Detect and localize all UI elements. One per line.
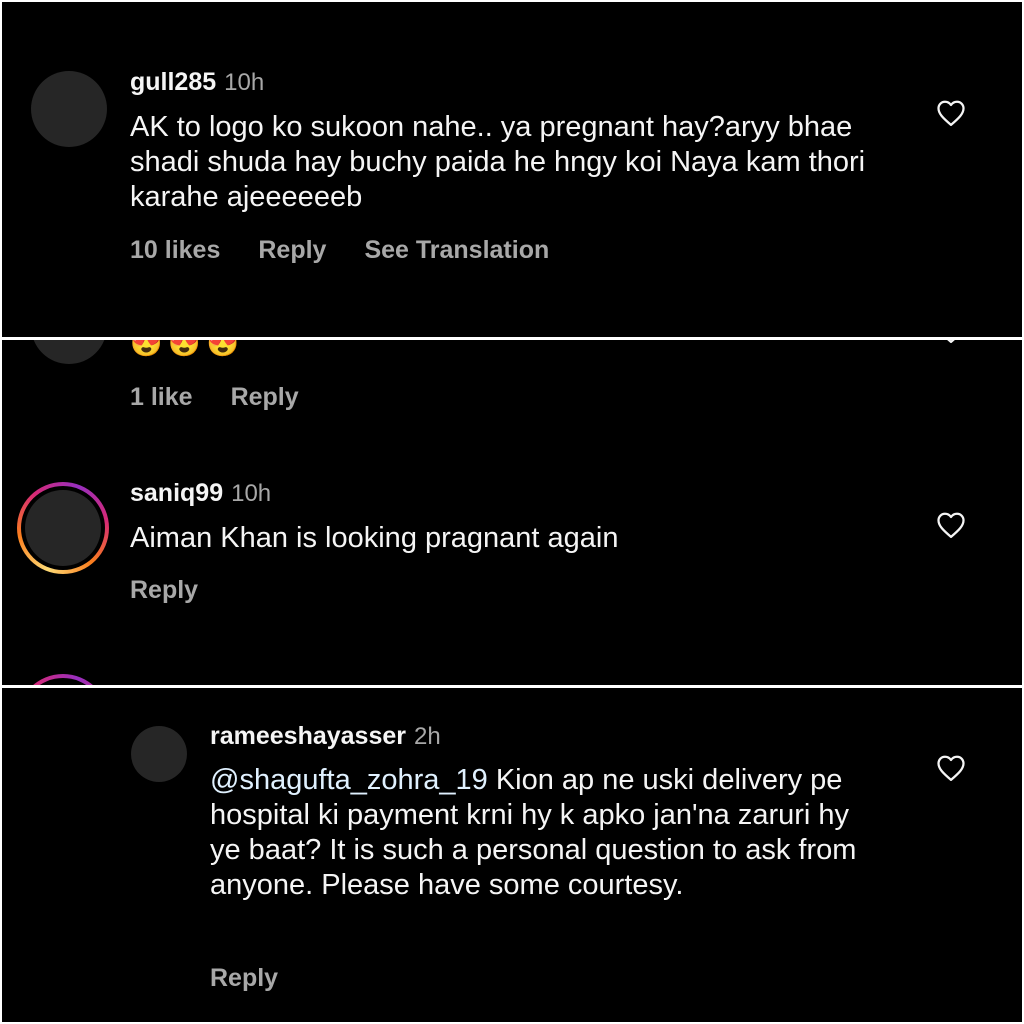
username[interactable]: gull285: [130, 68, 216, 96]
username[interactable]: saniq99: [130, 479, 223, 507]
heart-outline-icon[interactable]: [936, 511, 966, 539]
reply-button[interactable]: Reply: [130, 576, 198, 604]
reply-button[interactable]: Reply: [210, 964, 278, 992]
comment-text: @shagufta_zohra_19 Kion ap ne uski deliv…: [210, 763, 860, 903]
see-translation-button[interactable]: See Translation: [364, 236, 549, 264]
comment-header: gull285 10h: [130, 68, 264, 97]
comment-actions: 1 like Reply: [130, 383, 337, 412]
comment-actions: 10 likes Reply See Translation: [130, 236, 587, 265]
mention-link[interactable]: @shagufta_zohra_19: [210, 764, 488, 796]
comment-text: AK to logo ko sukoon nahe.. ya pregnant …: [130, 111, 866, 213]
comment-panel-1: gull285 10h AK to logo ko sukoon nahe.. y…: [2, 2, 1022, 337]
comment-actions: Reply: [130, 576, 236, 605]
comment-header: rameeshayasser 2h: [210, 722, 441, 751]
comment-panel-2: 😍😍😍 1 like Reply saniq99 10h Aiman Khan is…: [2, 340, 1022, 685]
timestamp: 2h: [414, 723, 441, 750]
heart-outline-icon[interactable]: [936, 99, 966, 127]
avatar[interactable]: [31, 340, 107, 364]
heart-outline-icon[interactable]: [936, 340, 966, 344]
reply-button[interactable]: Reply: [258, 236, 326, 264]
likes-count[interactable]: 1 like: [130, 383, 193, 411]
reply-button[interactable]: Reply: [231, 383, 299, 411]
heart-outline-icon[interactable]: [936, 754, 966, 782]
timestamp: 10h: [231, 480, 272, 507]
likes-count[interactable]: 10 likes: [130, 236, 220, 264]
timestamp: 10h: [224, 69, 265, 96]
comment-emojis: 😍😍😍: [130, 340, 246, 358]
comment-actions: Reply: [210, 964, 316, 993]
avatar: [25, 490, 101, 566]
avatar[interactable]: [31, 71, 107, 147]
comment-header: saniq99 10h: [130, 479, 271, 508]
comment-panel-3: rameeshayasser 2h @shagufta_zohra_19 Kion…: [2, 688, 1022, 1022]
avatar-story-ring[interactable]: [17, 482, 109, 574]
avatar[interactable]: [131, 726, 187, 782]
avatar-story-ring[interactable]: [17, 674, 109, 685]
username[interactable]: rameeshayasser: [210, 722, 406, 750]
comment-text: Aiman Khan is looking pragnant again: [130, 522, 619, 554]
